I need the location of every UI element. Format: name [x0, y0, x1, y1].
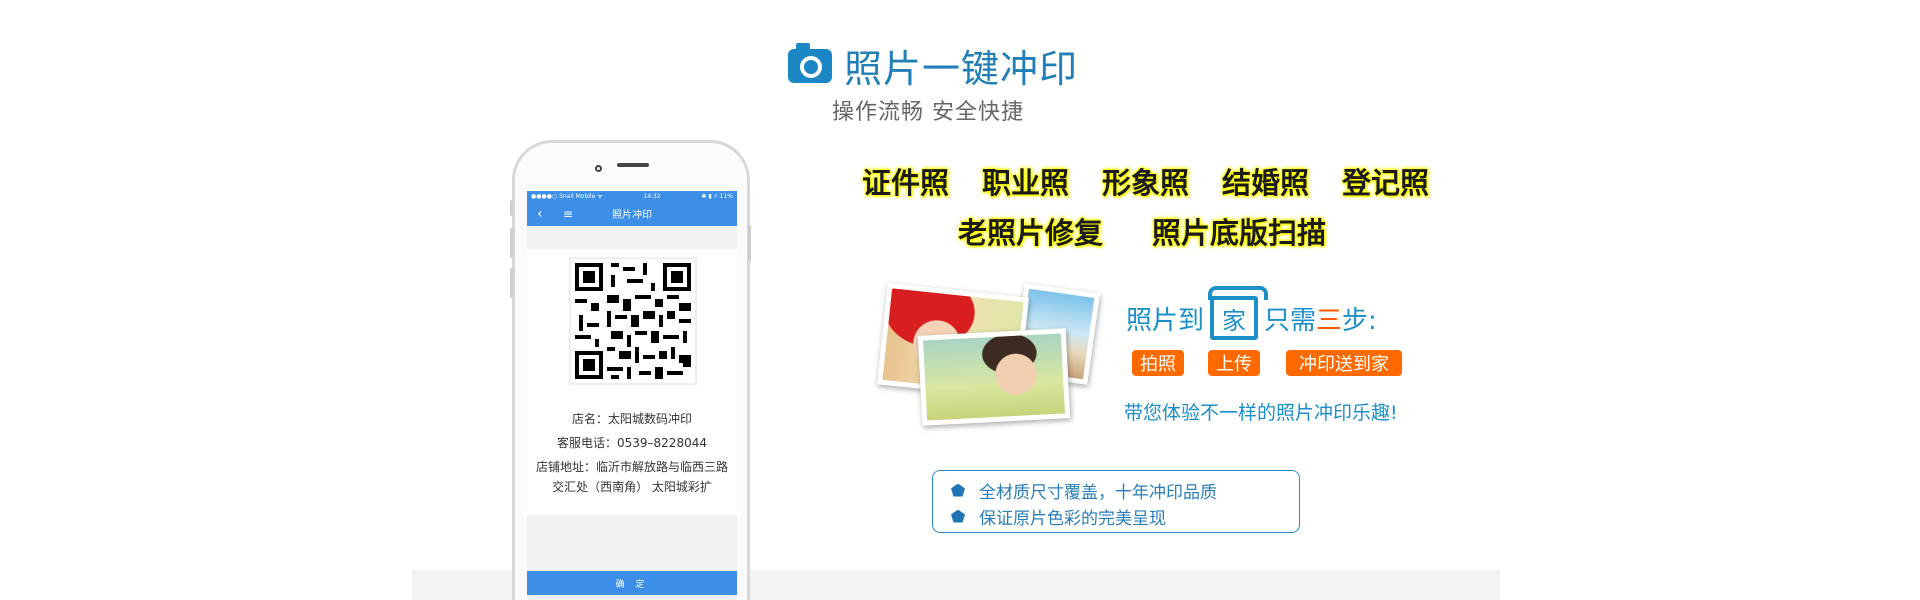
- phone-mockup: ●●●●○ Snail Mobile ᯤ 14:32 ✱ ▮ ⚡ 11% ‹ ≡…: [512, 140, 750, 600]
- header-title-row: 照片一键冲印: [788, 38, 1078, 93]
- category-negative-scan: 照片底版扫描: [1152, 216, 1327, 250]
- home-icon: 家: [1208, 286, 1269, 340]
- step-tag-photograph: 拍照: [1132, 350, 1184, 376]
- category-image-photo: 形象照: [1102, 166, 1190, 200]
- earpiece: [617, 163, 649, 167]
- feature-item: 保证原片色彩的完美呈现: [951, 503, 1299, 529]
- category-old-photo-restore: 老照片修复: [958, 216, 1104, 250]
- page-subtitle: 操作流畅 安全快捷: [832, 100, 1024, 125]
- shop-info: 店名：太阳城数码冲印 客服电话：0539–8228044 店铺地址：临沂市解放路…: [527, 407, 737, 495]
- steps-slogan: 带您体验不一样的照片冲印乐趣!: [1124, 402, 1398, 424]
- category-registration-photo: 登记照: [1342, 166, 1430, 200]
- step-tag-upload: 上传: [1208, 350, 1260, 376]
- confirm-button[interactable]: 确 定: [527, 571, 737, 595]
- pentagon-bullet-icon: [951, 483, 965, 497]
- front-camera: [595, 165, 602, 172]
- status-carrier: ●●●●○ Snail Mobile ᯤ: [531, 193, 603, 200]
- steps-heading: 照片到 家 只需 三 步:: [1126, 286, 1377, 340]
- category-id-photo: 证件照: [862, 166, 950, 200]
- steps-title-part2: 只需: [1264, 305, 1317, 336]
- phone-screen: ●●●●○ Snail Mobile ᯤ 14:32 ✱ ▮ ⚡ 11% ‹ ≡…: [527, 191, 737, 600]
- menu-icon[interactable]: ≡: [563, 207, 573, 221]
- shop-card: 店名：太阳城数码冲印 客服电话：0539–8228044 店铺地址：临沂市解放路…: [527, 249, 737, 515]
- feature-text: 全材质尺寸覆盖，十年冲印品质: [979, 482, 1217, 503]
- status-time: 14:32: [643, 192, 661, 200]
- status-bar: ●●●●○ Snail Mobile ᯤ 14:32 ✱ ▮ ⚡ 11%: [527, 191, 737, 201]
- feature-text: 保证原片色彩的完美呈现: [979, 508, 1166, 529]
- steps-title-three: 三: [1316, 305, 1343, 336]
- qr-code: [569, 257, 697, 385]
- app-navbar: ‹ ≡ 照片冲印: [527, 201, 737, 226]
- step-tag-print-deliver: 冲印送到家: [1286, 350, 1402, 376]
- steps-title-part1: 照片到: [1126, 305, 1205, 336]
- phone-side-button: [510, 228, 513, 258]
- shop-name: 店名：太阳城数码冲印: [571, 412, 692, 426]
- steps-title-part3: 步:: [1342, 305, 1377, 336]
- status-battery: ✱ ▮ ⚡ 11%: [701, 192, 733, 200]
- nav-title: 照片冲印: [612, 210, 652, 221]
- category-wedding-photo: 结婚照: [1222, 166, 1310, 200]
- feature-item: 全材质尺寸覆盖，十年冲印品质: [951, 477, 1299, 503]
- phone-side-button: [510, 268, 513, 298]
- home-char: 家: [1222, 306, 1247, 335]
- phone-side-button: [748, 225, 751, 261]
- feature-box: 全材质尺寸覆盖，十年冲印品质 保证原片色彩的完美呈现: [932, 470, 1300, 533]
- shop-phone: 客服电话：0539–8228044: [557, 436, 707, 450]
- camera-icon: [788, 42, 832, 83]
- phone-side-button: [510, 200, 513, 216]
- page-title: 照片一键冲印: [844, 47, 1079, 91]
- back-arrow-icon[interactable]: ‹: [537, 206, 543, 222]
- shop-address-line1: 店铺地址：临沂市解放路与临西三路: [535, 460, 728, 474]
- category-career-photo: 职业照: [982, 166, 1070, 200]
- photo-print-2: [917, 328, 1071, 426]
- pentagon-bullet-icon: [951, 509, 965, 523]
- shop-address-line2: 交汇处（西南角） 太阳城彩扩: [552, 480, 712, 494]
